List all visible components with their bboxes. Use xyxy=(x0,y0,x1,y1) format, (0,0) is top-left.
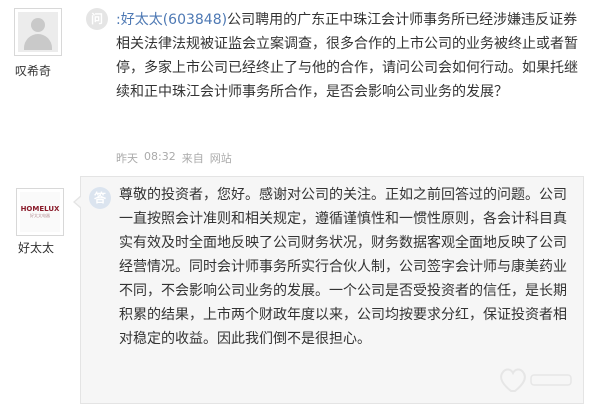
company-logo: HOMELUX 好太太电器 xyxy=(20,192,60,232)
meta-source: 网站 xyxy=(209,152,232,165)
asker-name[interactable]: 叹希奇 xyxy=(15,62,51,79)
meta-from: 来自 xyxy=(181,152,204,165)
question-text-wrapper: :好太太(603848)公司聘用的广东正中珠江会计师事务所已经涉嫌违反证券相关法… xyxy=(116,8,586,104)
meta-time: 08:32 xyxy=(144,150,176,163)
question-block: 问 :好太太(603848)公司聘用的广东正中珠江会计师事务所已经涉嫌违反证券相… xyxy=(86,8,586,104)
logo-subtext: 好太太电器 xyxy=(30,213,50,218)
asker-avatar[interactable] xyxy=(14,8,62,56)
answer-badge: 答 xyxy=(89,187,111,209)
company-link[interactable]: :好太太(603848) xyxy=(116,12,227,28)
answer-bubble: 答 尊敬的投资者，您好。感谢对公司的关注。正如之前回答过的问题。公司一直按照会计… xyxy=(73,176,584,404)
question-meta: 昨天 08:32 来自 网站 xyxy=(116,150,232,166)
logo-text: HOMELUX xyxy=(20,205,60,213)
company-avatar[interactable]: HOMELUX 好太太电器 xyxy=(16,188,64,236)
heart-watermark-icon xyxy=(500,368,572,392)
meta-day: 昨天 xyxy=(116,152,138,165)
answer-text: 尊敬的投资者，您好。感谢对公司的关注。正如之前回答过的问题。公司一直按照会计准则… xyxy=(119,187,567,347)
default-avatar-icon xyxy=(18,12,58,52)
question-badge: 问 xyxy=(86,8,108,30)
company-name[interactable]: 好太太 xyxy=(18,239,54,256)
